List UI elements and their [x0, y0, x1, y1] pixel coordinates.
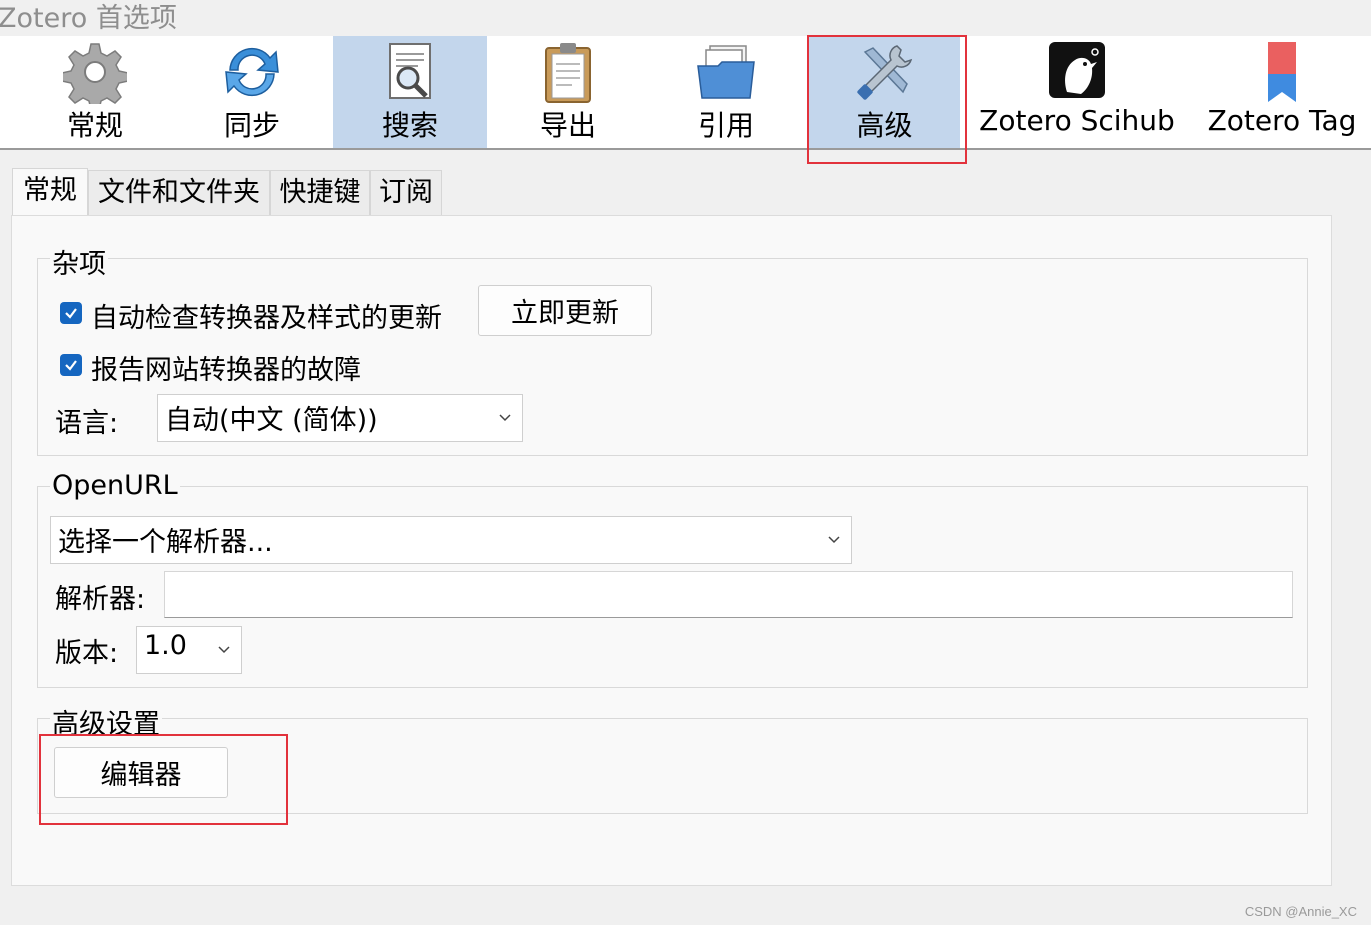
folder-documents-icon [694, 40, 758, 104]
toolbar-label: 常规 [66, 109, 123, 142]
resolver-url-field[interactable] [164, 571, 1293, 618]
preferences-toolbar: 常规 同步 搜索 导出 引用 高级 Zotero Scihub Zotero T… [0, 36, 1371, 150]
toolbar-label: 导出 [539, 109, 596, 142]
bookmark-tag-icon [1250, 40, 1314, 104]
toolbar-zotero-tag[interactable]: Zotero Tag [1200, 36, 1364, 148]
tab-feeds[interactable]: 订阅 [370, 170, 442, 215]
toolbar-export[interactable]: 导出 [493, 36, 643, 148]
openurl-legend: OpenURL [50, 470, 180, 501]
resolver-select-value: 选择一个解析器... [58, 527, 273, 558]
search-document-icon [378, 40, 442, 104]
report-label[interactable]: 报告网站转换器的故障 [91, 348, 361, 387]
advanced-settings-legend: 高级设置 [50, 702, 162, 741]
toolbar-label: 搜索 [381, 109, 438, 142]
auto-check-checkbox[interactable] [60, 302, 82, 324]
check-icon [65, 360, 77, 371]
window-title: Zotero 首选项 [0, 3, 177, 34]
chevron-down-icon [499, 414, 511, 422]
toolbar-search[interactable]: 搜索 [333, 36, 487, 148]
toolbar-sync[interactable]: 同步 [177, 36, 327, 148]
resolver-select[interactable]: 选择一个解析器... [50, 516, 852, 564]
toolbar-general[interactable]: 常规 [20, 36, 170, 148]
tab-files-folders[interactable]: 文件和文件夹 [88, 170, 270, 215]
language-label: 语言: [55, 408, 119, 439]
toolbar-label: Zotero Scihub [979, 104, 1175, 137]
language-value: 自动(中文 (简体)) [165, 405, 378, 436]
report-checkbox[interactable] [60, 354, 82, 376]
language-select[interactable]: 自动(中文 (简体)) [157, 394, 523, 442]
update-now-button[interactable]: 立即更新 [478, 285, 652, 336]
check-icon [65, 308, 77, 319]
scihub-raven-icon [1045, 40, 1109, 104]
toolbar-label: 高级 [856, 109, 913, 142]
toolbar-advanced[interactable]: 高级 [809, 36, 960, 148]
misc-legend: 杂项 [50, 242, 108, 281]
title-bar: Zotero 首选项 [0, 0, 1371, 36]
tab-general[interactable]: 常规 [12, 168, 88, 215]
tools-icon [853, 40, 917, 104]
resolver-label: 解析器: [55, 584, 146, 615]
editor-button[interactable]: 编辑器 [54, 747, 228, 798]
watermark: CSDN @Annie_XC [1244, 904, 1357, 919]
chevron-down-icon [218, 646, 230, 654]
sync-icon [220, 40, 284, 104]
toolbar-label: 同步 [223, 109, 280, 142]
chevron-down-icon [828, 536, 840, 544]
toolbar-zotero-scihub[interactable]: Zotero Scihub [972, 36, 1182, 148]
toolbar-label: 引用 [697, 109, 754, 142]
clipboard-icon [536, 40, 600, 104]
tab-shortcuts[interactable]: 快捷键 [270, 170, 370, 215]
version-label: 版本: [55, 638, 119, 669]
auto-check-label[interactable]: 自动检查转换器及样式的更新 [91, 296, 442, 335]
toolbar-cite[interactable]: 引用 [651, 36, 801, 148]
version-select[interactable]: 1.0 [136, 626, 242, 674]
toolbar-label: Zotero Tag [1207, 104, 1357, 137]
version-value: 1.0 [144, 630, 187, 661]
gear-icon [61, 40, 129, 111]
